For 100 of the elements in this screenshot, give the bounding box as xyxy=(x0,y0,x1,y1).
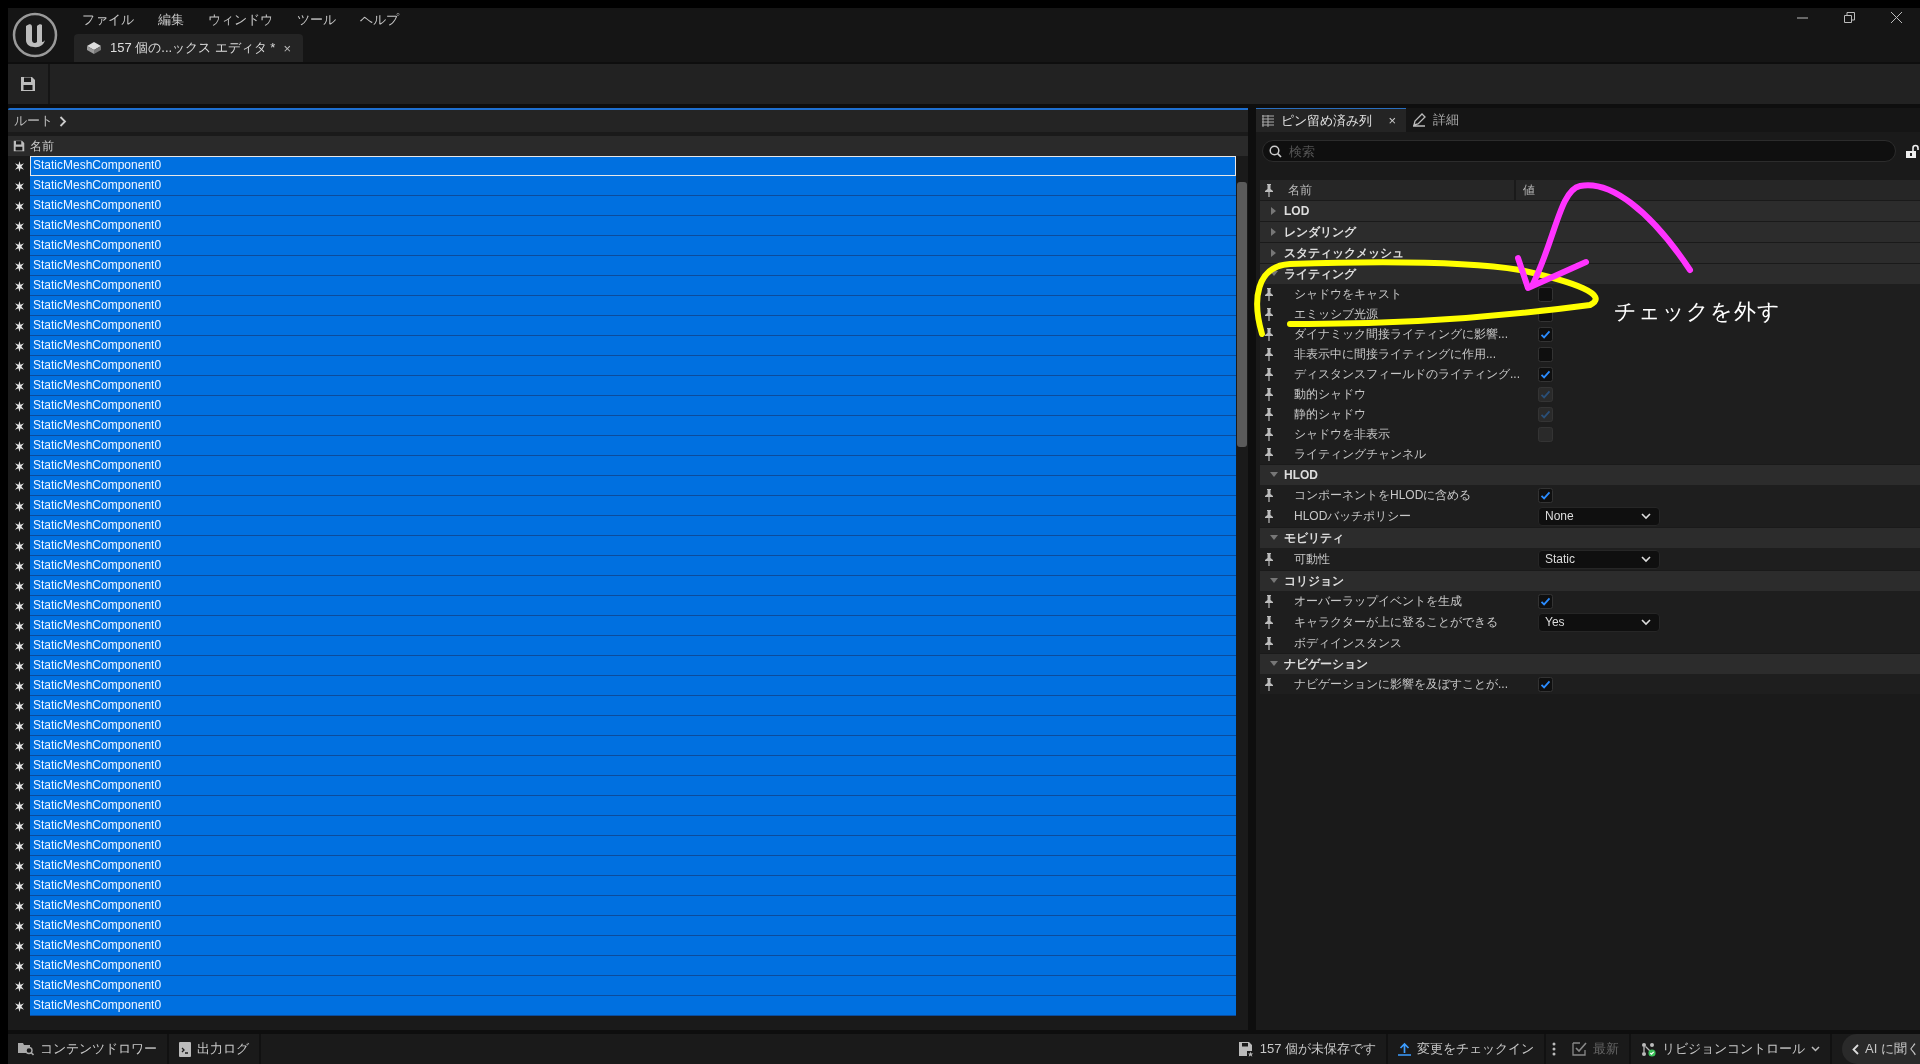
pin-icon[interactable] xyxy=(1265,287,1273,301)
list-row[interactable]: StaticMeshComponent0 xyxy=(30,216,1236,236)
pin-icon[interactable] xyxy=(1265,552,1273,566)
pin-icon[interactable] xyxy=(1265,367,1273,381)
status-bar-button[interactable]: 157 個が未保存です xyxy=(1228,1034,1389,1064)
list-row[interactable]: StaticMeshComponent0 xyxy=(30,536,1236,556)
pin-icon[interactable] xyxy=(1265,307,1273,321)
pin-icon[interactable] xyxy=(1265,447,1273,461)
list-row[interactable]: StaticMeshComponent0 xyxy=(30,596,1236,616)
logo-icon[interactable] xyxy=(12,12,58,58)
close-icon[interactable] xyxy=(1891,12,1902,23)
category-header[interactable]: ナビゲーション xyxy=(1260,653,1920,674)
list-row[interactable]: StaticMeshComponent0 xyxy=(30,276,1236,296)
list-row[interactable]: StaticMeshComponent0 xyxy=(30,516,1236,536)
chevron-right-icon[interactable] xyxy=(59,115,67,127)
list-row[interactable]: StaticMeshComponent0 xyxy=(30,336,1236,356)
menu-item[interactable]: 編集 xyxy=(150,11,200,29)
status-bar-button[interactable]: リビジョンコントロール xyxy=(1631,1034,1833,1064)
list-row[interactable]: StaticMeshComponent0 xyxy=(30,976,1236,996)
list-row[interactable]: StaticMeshComponent0 xyxy=(30,796,1236,816)
pin-icon[interactable] xyxy=(1265,347,1273,361)
column-header[interactable]: 名前 xyxy=(30,137,54,155)
checkbox[interactable] xyxy=(1538,366,1553,382)
list-row[interactable]: StaticMeshComponent0 xyxy=(30,936,1236,956)
list-row[interactable]: StaticMeshComponent0 xyxy=(30,456,1236,476)
list-row[interactable]: StaticMeshComponent0 xyxy=(30,776,1236,796)
checkbox[interactable] xyxy=(1538,593,1553,609)
status-bar-button[interactable]: AI に聞く xyxy=(1842,1034,1920,1064)
save-icon[interactable] xyxy=(20,76,36,92)
pin-icon[interactable] xyxy=(1265,327,1273,341)
pin-icon[interactable] xyxy=(1265,387,1273,401)
checkbox[interactable] xyxy=(1538,326,1553,342)
menu-item[interactable]: ウィンドウ xyxy=(200,11,289,29)
list-row[interactable]: StaticMeshComponent0 xyxy=(30,616,1236,636)
pin-icon[interactable] xyxy=(1265,594,1273,608)
column-header[interactable]: 値 xyxy=(1516,181,1535,199)
panel-tab[interactable]: 詳細 xyxy=(1406,108,1469,132)
list-row[interactable]: StaticMeshComponent0 xyxy=(30,676,1236,696)
kebab-menu-icon[interactable] xyxy=(1552,1042,1557,1056)
category-header[interactable]: スタティックメッシュ xyxy=(1260,242,1920,263)
scrollbar-thumb[interactable] xyxy=(1237,182,1247,447)
list-row[interactable]: StaticMeshComponent0 xyxy=(30,916,1236,936)
list-row[interactable]: StaticMeshComponent0 xyxy=(30,956,1236,976)
list-row[interactable]: StaticMeshComponent0 xyxy=(30,296,1236,316)
list-row[interactable]: StaticMeshComponent0 xyxy=(30,636,1236,656)
category-header[interactable]: LOD xyxy=(1260,200,1920,221)
list-row[interactable]: StaticMeshComponent0 xyxy=(30,416,1236,436)
save-icon[interactable] xyxy=(13,140,25,152)
list-row[interactable]: StaticMeshComponent0 xyxy=(30,576,1236,596)
status-bar-button[interactable]: コンテンツドロワー xyxy=(8,1034,169,1064)
list-row[interactable]: StaticMeshComponent0 xyxy=(30,896,1236,916)
list-row[interactable]: StaticMeshComponent0 xyxy=(30,736,1236,756)
pin-icon[interactable] xyxy=(1265,615,1273,629)
list-row[interactable]: StaticMeshComponent0 xyxy=(30,256,1236,276)
checkbox[interactable] xyxy=(1538,676,1553,692)
restore-icon[interactable] xyxy=(1844,12,1855,23)
unlocked-lock-icon[interactable] xyxy=(1906,143,1920,159)
pin-icon[interactable] xyxy=(1265,427,1273,441)
checkbox[interactable] xyxy=(1538,346,1553,362)
category-header[interactable]: コリジョン xyxy=(1260,570,1920,591)
list-row[interactable]: StaticMeshComponent0 xyxy=(30,876,1236,896)
document-tab[interactable]: 157 個の...ックス エディタ * × xyxy=(74,34,303,62)
list-row[interactable]: StaticMeshComponent0 xyxy=(30,856,1236,876)
menu-item[interactable]: ファイル xyxy=(74,11,150,29)
search-field[interactable]: 検索 xyxy=(1262,140,1896,162)
dropdown[interactable]: None xyxy=(1538,506,1660,526)
list-row[interactable]: StaticMeshComponent0 xyxy=(30,716,1236,736)
category-header[interactable]: レンダリング xyxy=(1260,221,1920,242)
list-row[interactable]: StaticMeshComponent0 xyxy=(30,816,1236,836)
list-row[interactable]: StaticMeshComponent0 xyxy=(30,696,1236,716)
checkbox[interactable] xyxy=(1538,286,1553,302)
list-row[interactable]: StaticMeshComponent0 xyxy=(30,376,1236,396)
pin-icon[interactable] xyxy=(1265,636,1273,650)
list-row[interactable]: StaticMeshComponent0 xyxy=(30,496,1236,516)
panel-tab[interactable]: ピン留め済み列 × xyxy=(1256,108,1406,132)
list-row[interactable]: StaticMeshComponent0 xyxy=(30,316,1236,336)
list-row[interactable]: StaticMeshComponent0 xyxy=(30,156,1236,176)
list-row[interactable]: StaticMeshComponent0 xyxy=(30,476,1236,496)
list-row[interactable]: StaticMeshComponent0 xyxy=(30,176,1236,196)
list-row[interactable]: StaticMeshComponent0 xyxy=(30,556,1236,576)
pin-icon[interactable] xyxy=(1265,183,1273,197)
status-bar-button[interactable]: 出力ログ xyxy=(169,1034,261,1064)
list-row[interactable]: StaticMeshComponent0 xyxy=(30,356,1236,376)
list-row[interactable]: StaticMeshComponent0 xyxy=(30,436,1236,456)
list-row[interactable]: StaticMeshComponent0 xyxy=(30,836,1236,856)
list-row[interactable]: StaticMeshComponent0 xyxy=(30,996,1236,1016)
pin-icon[interactable] xyxy=(1265,407,1273,421)
close-icon[interactable]: × xyxy=(283,40,291,56)
status-bar-button[interactable]: 変更をチェックイン xyxy=(1388,1034,1547,1064)
list-row[interactable]: StaticMeshComponent0 xyxy=(30,196,1236,216)
list-row[interactable]: StaticMeshComponent0 xyxy=(30,656,1236,676)
dropdown[interactable]: Static xyxy=(1538,549,1660,569)
breadcrumb-item[interactable]: ルート xyxy=(14,112,53,130)
category-header[interactable]: モビリティ xyxy=(1260,527,1920,548)
pin-icon[interactable] xyxy=(1265,509,1273,523)
pin-icon[interactable] xyxy=(1265,488,1273,502)
category-header[interactable]: HLOD xyxy=(1260,464,1920,485)
dropdown[interactable]: Yes xyxy=(1538,612,1660,632)
list-row[interactable]: StaticMeshComponent0 xyxy=(30,236,1236,256)
close-icon[interactable]: × xyxy=(1388,113,1396,128)
